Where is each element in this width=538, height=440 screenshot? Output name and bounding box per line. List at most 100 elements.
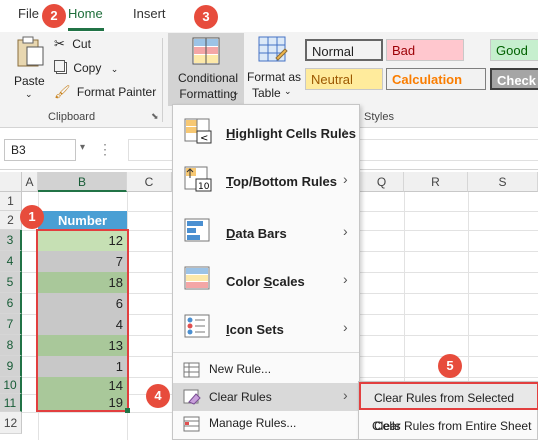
svg-text:<: < — [200, 133, 208, 144]
ribbon-tab-bar: File Home Insert — [0, 0, 538, 32]
styles-group-label: Styles — [364, 111, 394, 123]
row-header-2[interactable]: 2 — [0, 211, 22, 230]
column-header-r[interactable]: R — [404, 172, 468, 192]
menu-item-new-rule[interactable]: New Rule... — [173, 357, 359, 383]
manage-rules-icon — [183, 416, 200, 432]
row-header-9[interactable]: 9 — [0, 356, 22, 377]
style-neutral[interactable]: Neutral — [305, 68, 383, 90]
menu-accel: H — [226, 126, 236, 141]
chevron-down-icon: ⌄ — [284, 86, 292, 96]
paste-label: Paste — [14, 74, 45, 88]
name-box[interactable]: B3 — [4, 139, 76, 161]
menu-item-data-bars[interactable]: Data Bars › — [173, 209, 359, 253]
table-header-number[interactable]: Number — [38, 211, 127, 230]
fill-handle[interactable] — [125, 408, 130, 413]
menu-separator — [173, 352, 359, 353]
copy-button[interactable]: Copy ⌄ — [54, 60, 118, 78]
more-options-icon: ⋮ — [98, 141, 113, 157]
new-rule-icon — [183, 362, 200, 378]
chevron-down-icon: ⌄ — [25, 89, 33, 99]
fat-label-line2: Table — [252, 86, 281, 100]
row-header-6[interactable]: 6 — [0, 293, 22, 314]
paintbrush-icon: 🖌 — [54, 84, 71, 99]
menu-item-color-scales[interactable]: Color Scales › — [173, 257, 359, 301]
eraser-icon — [183, 389, 201, 405]
menu-item-manage-rules[interactable]: Manage Rules... — [173, 411, 359, 437]
paste-button[interactable]: Paste ⌄ — [12, 36, 48, 108]
copy-label: Copy — [73, 61, 102, 75]
menu-item-clear-rules[interactable]: Clear Rules › — [173, 383, 359, 411]
cut-button[interactable]: ✂ Cut — [54, 36, 91, 54]
menu-accel: D — [226, 226, 236, 241]
style-calculation[interactable]: Calculation — [386, 68, 486, 90]
menu-label: Color Scales — [226, 274, 305, 289]
row-header-10[interactable]: 10 — [0, 377, 22, 394]
format-painter-button[interactable]: 🖌 Format Painter — [54, 84, 156, 102]
table-format-icon — [258, 36, 288, 62]
tab-file[interactable]: File — [18, 6, 39, 21]
clipboard-group-label: Clipboard — [48, 111, 96, 123]
step-badge-2: 2 — [42, 4, 66, 28]
name-box-dropdown-icon[interactable]: ▾ — [80, 142, 85, 153]
style-normal[interactable]: Normal — [305, 39, 383, 61]
manage-rules-label: Manage Rules... — [209, 416, 297, 430]
clear-rules-submenu: Clear Rules from Selected Cells Clear Ru… — [358, 381, 538, 440]
style-calculation-label: Calculation — [392, 72, 463, 87]
format-painter-label: Format Painter — [76, 85, 157, 99]
style-good-label: Good — [496, 43, 528, 58]
menu-item-clear-rules-selected-cells[interactable]: Clear Rules from Selected Cells — [359, 382, 538, 433]
row-header-8[interactable]: 8 — [0, 335, 22, 356]
menu-item-icon-sets[interactable]: Icon Sets › — [173, 305, 359, 349]
name-box-value: B3 — [11, 143, 26, 157]
clear-rules-label: Clear Rules — [209, 390, 272, 404]
row-header-5[interactable]: 5 — [0, 272, 22, 293]
chevron-down-icon: ⌄ — [232, 87, 240, 97]
menu-label: Data Bars — [226, 226, 287, 241]
row-header-11[interactable]: 11 — [0, 394, 22, 412]
tab-home[interactable]: Home — [68, 6, 103, 21]
format-as-table-button[interactable]: Format as Table ⌄ — [246, 36, 302, 106]
style-check-cell[interactable]: Check C — [490, 68, 538, 90]
top-bottom-icon: 10 — [184, 166, 212, 192]
row-header-7[interactable]: 7 — [0, 314, 22, 335]
data-bars-icon — [184, 218, 210, 242]
select-all-corner[interactable] — [0, 172, 22, 192]
row-header-12[interactable]: 12 — [0, 412, 22, 434]
new-rule-label: New Rule... — [209, 362, 272, 376]
group-separator — [162, 38, 163, 122]
column-header-q[interactable]: Q — [360, 172, 404, 192]
menu-item-top-bottom-rules[interactable]: 10 Top/Bottom Rules › — [173, 157, 359, 201]
clipboard-icon — [17, 36, 44, 67]
chevron-right-icon: › — [343, 123, 348, 139]
active-tab-indicator — [68, 28, 104, 31]
menu-accel: S — [263, 274, 273, 289]
step-badge-5: 5 — [438, 354, 462, 378]
row-header-1[interactable]: 1 — [0, 192, 22, 211]
menu-accel: T — [226, 174, 233, 189]
column-header-c[interactable]: C — [127, 172, 172, 192]
style-check-label: Check C — [497, 73, 538, 88]
chevron-right-icon: › — [343, 319, 348, 335]
chevron-right-icon: › — [343, 387, 348, 403]
tab-insert[interactable]: Insert — [133, 6, 166, 21]
style-good[interactable]: Good — [490, 39, 538, 61]
column-header-b[interactable]: B — [38, 172, 127, 192]
dialog-launcher-icon[interactable]: ⬊ — [151, 111, 159, 122]
conditional-formatting-button[interactable]: Conditional Formatting ⌄ — [168, 33, 244, 106]
menu-accel: I — [226, 322, 230, 337]
menu-item-highlight-cells-rules[interactable]: < Highlight Cells Rules › — [173, 109, 359, 153]
style-bad[interactable]: Bad — [386, 39, 464, 61]
column-header-s[interactable]: S — [468, 172, 538, 192]
chevron-right-icon: › — [343, 171, 348, 187]
step-badge-4: 4 — [146, 384, 170, 408]
conditional-formatting-menu: < Highlight Cells Rules › 10 Top/Bottom … — [172, 104, 360, 440]
svg-text:10: 10 — [198, 182, 210, 192]
column-header-a[interactable]: A — [22, 172, 38, 192]
row-header-4[interactable]: 4 — [0, 251, 22, 272]
clear-entire-label: Clear Rules from Entire Sheet — [372, 419, 532, 433]
menu-label: Icon Sets — [226, 322, 284, 337]
row-header-3[interactable]: 3 — [0, 230, 22, 251]
color-scales-icon — [184, 266, 210, 290]
conditional-formatting-icon — [192, 37, 220, 65]
menu-item-clear-rules-entire-sheet[interactable]: Clear Rules from Entire Sheet — [359, 412, 538, 440]
